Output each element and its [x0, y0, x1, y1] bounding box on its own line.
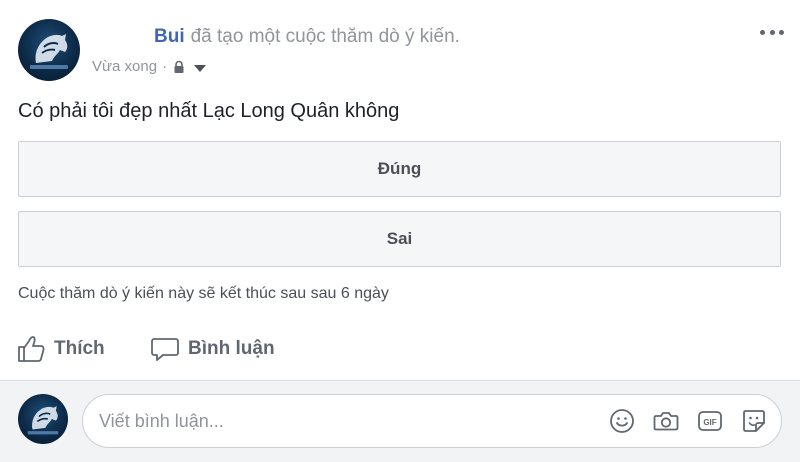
horse-logo-icon [30, 34, 68, 69]
post-timestamp[interactable]: Vừa xong [92, 56, 157, 78]
comment-box: GIF [82, 394, 782, 448]
author-name[interactable]: Bui [154, 26, 185, 47]
lock-icon [174, 60, 184, 73]
like-label: Thích [54, 338, 105, 359]
thumbs-up-icon [18, 336, 45, 362]
more-options-icon[interactable] [760, 27, 784, 37]
poll-option-sai[interactable]: Sai [18, 211, 781, 267]
poll-expiry-note: Cuộc thăm dò ý kiến này sẽ kết thúc sau … [18, 285, 389, 302]
post-action-text: đã tạo một cuộc thăm dò ý kiến. [190, 26, 460, 47]
comment-input[interactable] [99, 395, 579, 447]
comment-label: Bình luận [188, 338, 275, 359]
post-actions-bar: Thích Bình luận [0, 330, 800, 370]
gif-icon[interactable]: GIF [697, 408, 723, 434]
poll-post: Bui đã tạo một cuộc thăm dò ý kiến. Vừa x… [0, 0, 800, 462]
emoji-icon[interactable] [609, 408, 635, 434]
commenter-avatar[interactable] [18, 394, 68, 444]
sticker-icon[interactable] [741, 408, 767, 434]
poll-option-dung[interactable]: Đúng [18, 141, 781, 197]
author-avatar[interactable] [18, 19, 80, 81]
like-button[interactable]: Thích [16, 330, 105, 368]
comment-bubble-icon [151, 338, 179, 361]
camera-icon[interactable] [653, 408, 679, 434]
post-meta: Vừa xong · [92, 56, 207, 78]
poll-question: Có phải tôi đẹp nhất Lạc Long Quân không [18, 100, 400, 122]
post-header: Bui đã tạo một cuộc thăm dò ý kiến. [94, 25, 460, 49]
svg-text:GIF: GIF [703, 418, 716, 427]
horse-logo-icon [27, 406, 59, 435]
meta-separator: · [162, 58, 168, 75]
privacy-dropdown-chevron-icon[interactable] [194, 64, 207, 72]
comment-button[interactable]: Bình luận [150, 330, 275, 368]
